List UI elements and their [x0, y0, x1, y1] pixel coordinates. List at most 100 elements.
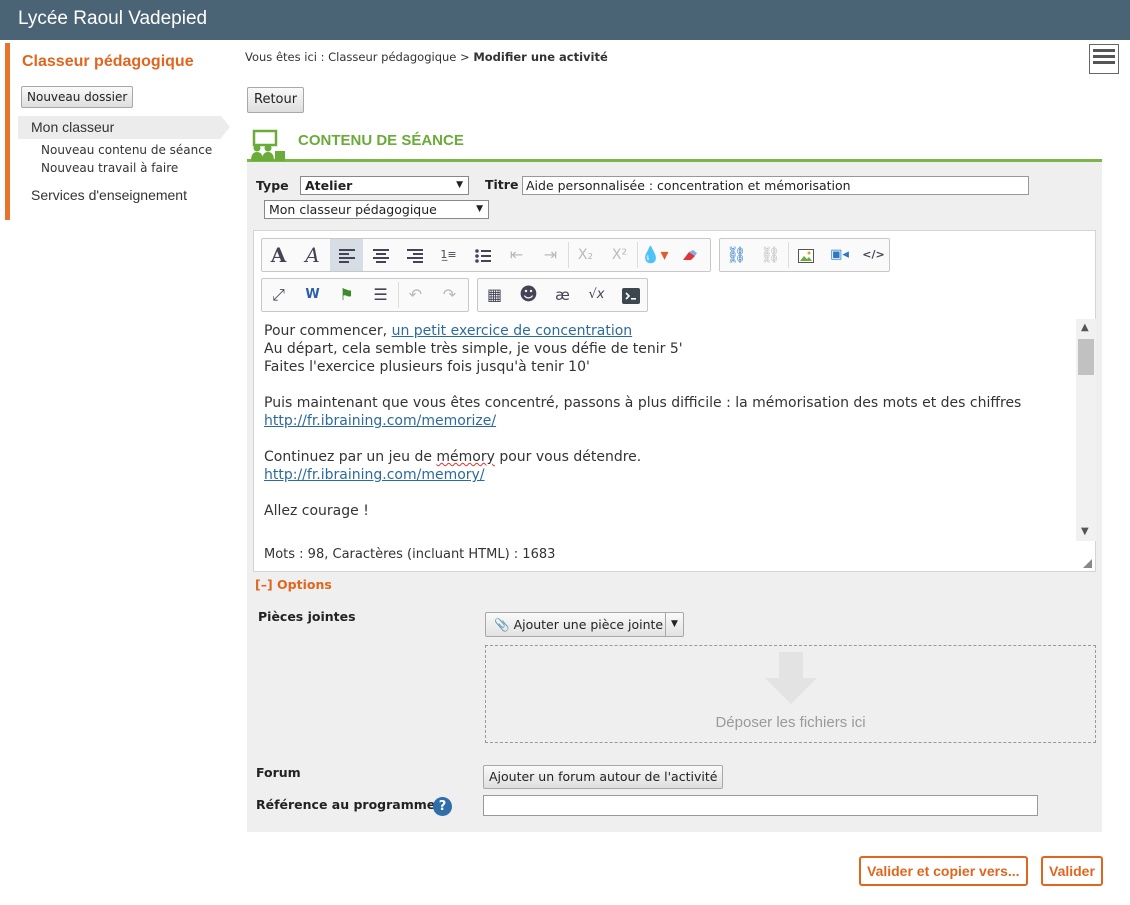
attachment-dropdown-icon[interactable]: ▼: [665, 613, 683, 636]
special-chars-icon[interactable]: æ: [546, 279, 579, 311]
toolbar-group-insert: ⛓ ⛓ ▣◂ </>: [719, 238, 890, 272]
editor-word-count: Mots : 98, Caractères (incluant HTML) : …: [264, 547, 556, 562]
content-line-5-start: Continuez par un jeu de: [264, 449, 437, 465]
media-icon[interactable]: ▣◂: [823, 239, 856, 271]
editor-toolbar-row-1: A A 1̲≡ ⇤ ⇥ X₂ X² 💧▾ ⛓ ⛓ ▣◂ </>: [254, 231, 1097, 273]
outdent-icon[interactable]: ⇤: [500, 239, 533, 271]
flag-icon[interactable]: ⚑: [330, 279, 363, 311]
app-header: Lycée Raoul Vadepied: [0, 0, 1130, 40]
new-folder-button[interactable]: Nouveau dossier: [21, 86, 134, 108]
italic-font-icon[interactable]: A: [296, 239, 329, 271]
subscript-icon[interactable]: X₂: [569, 239, 602, 271]
validate-and-copy-button[interactable]: Valider et copier vers...: [859, 856, 1028, 886]
type-select-value: Atelier: [305, 178, 353, 193]
content-line-3: Faites l'exercice plusieurs fois jusqu'à…: [264, 359, 590, 375]
breadcrumb-current: Modifier une activité: [473, 50, 608, 64]
superscript-icon[interactable]: X²: [603, 239, 636, 271]
breadcrumb-separator: >: [460, 50, 470, 64]
resize-handle-icon[interactable]: [1083, 559, 1092, 568]
download-arrow-icon: [765, 652, 817, 704]
breadcrumb-parent[interactable]: Classeur pédagogique: [328, 50, 456, 64]
rich-text-editor: A A 1̲≡ ⇤ ⇥ X₂ X² 💧▾ ⛓ ⛓ ▣◂ </> ⤢ W ⚑ ☰ …: [253, 230, 1096, 572]
section-header: CONTENU DE SÉANCE: [247, 126, 1102, 162]
reference-label: Référence au programme: [256, 797, 436, 812]
ordered-list-icon[interactable]: 1̲≡: [432, 239, 465, 271]
type-select[interactable]: Atelier ▼: [300, 176, 469, 195]
emoji-icon[interactable]: ☻: [512, 279, 545, 311]
help-icon[interactable]: ?: [433, 797, 452, 816]
list-table-icon[interactable]: ☰: [364, 279, 397, 311]
indent-icon[interactable]: ⇥: [534, 239, 567, 271]
sidebar-item-services[interactable]: Services d'enseignement: [31, 187, 187, 203]
editor-scrollbar[interactable]: ▲ ▼: [1076, 319, 1096, 541]
classeur-select-value: Mon classeur pédagogique: [269, 202, 437, 217]
scroll-thumb[interactable]: [1078, 339, 1094, 375]
breadcrumb: Vous êtes ici : Classeur pédagogique > M…: [245, 50, 608, 64]
add-forum-button[interactable]: Ajouter un forum autour de l'activité: [483, 765, 724, 789]
content-line-5-word: mémory: [436, 449, 495, 465]
attachments-label: Pièces jointes: [258, 609, 356, 624]
title-label: Titre: [485, 177, 519, 192]
link-icon[interactable]: ⛓: [720, 239, 753, 271]
redo-icon[interactable]: ↷: [433, 279, 466, 311]
file-dropzone[interactable]: Déposer les fichiers ici: [485, 645, 1096, 743]
add-attachment-label: Ajouter une pièce jointe: [513, 617, 664, 632]
reference-textarea[interactable]: [483, 795, 1038, 816]
options-toggle[interactable]: [–] Options: [255, 577, 332, 592]
formula-icon[interactable]: √x: [580, 279, 613, 311]
section-title: CONTENU DE SÉANCE: [298, 132, 464, 149]
title-input[interactable]: Aide personnalisée : concentration et mé…: [522, 176, 1029, 195]
scroll-down-icon[interactable]: ▼: [1081, 526, 1089, 537]
align-center-icon[interactable]: [364, 239, 397, 271]
chevron-down-icon: ▼: [456, 180, 463, 190]
content-line-1: Pour commencer,: [264, 323, 392, 339]
unordered-list-icon[interactable]: [466, 239, 499, 271]
content-line-2: Au départ, cela semble très simple, je v…: [264, 341, 683, 357]
concentration-link[interactable]: un petit exercice de concentration: [392, 323, 633, 339]
align-left-icon[interactable]: [330, 239, 363, 271]
content-line-5-end: pour vous détendre.: [494, 449, 642, 465]
back-button[interactable]: Retour: [247, 87, 305, 113]
sidebar-item-nouveau-travail[interactable]: Nouveau travail à faire: [41, 161, 178, 175]
editor-content[interactable]: Pour commencer, un petit exercice de con…: [254, 319, 1076, 541]
paperclip-icon: 📎: [494, 617, 510, 632]
memorize-link[interactable]: http://fr.ibraining.com/memorize/: [264, 413, 496, 429]
sidebar-title[interactable]: Classeur pédagogique: [22, 53, 194, 71]
align-right-icon[interactable]: [398, 239, 431, 271]
table-icon[interactable]: ▦: [478, 279, 511, 311]
sidebar-item-mon-classeur[interactable]: Mon classeur: [18, 116, 230, 139]
paste-word-icon[interactable]: W: [296, 279, 329, 311]
dropzone-text: Déposer les fichiers ici: [715, 714, 866, 731]
hamburger-menu-icon[interactable]: [1089, 44, 1119, 74]
text-color-icon[interactable]: 💧▾: [638, 239, 671, 271]
sidebar-item-nouveau-contenu[interactable]: Nouveau contenu de séance: [41, 143, 212, 157]
fullscreen-icon[interactable]: ⤢: [262, 279, 295, 311]
validate-button[interactable]: Valider: [1041, 856, 1103, 886]
collapse-icon: [–]: [255, 577, 273, 592]
sidebar: Classeur pédagogique Nouveau dossier Mon…: [0, 40, 232, 220]
undo-icon[interactable]: ↶: [399, 279, 432, 311]
forum-label: Forum: [256, 765, 301, 780]
chevron-down-icon: ▼: [476, 204, 483, 214]
app-title: Lycée Raoul Vadepied: [18, 8, 208, 29]
toolbar-group-tools: ⤢ W ⚑ ☰ ↶ ↷: [261, 278, 469, 312]
classroom-icon: [251, 129, 285, 161]
source-code-icon[interactable]: </>: [857, 239, 890, 271]
add-attachment-button[interactable]: 📎 Ajouter une pièce jointe ▼: [485, 612, 684, 637]
toolbar-group-format: A A 1̲≡ ⇤ ⇥ X₂ X² 💧▾: [261, 238, 711, 272]
unlink-icon[interactable]: ⛓: [754, 239, 787, 271]
sidebar-accent-bar: [5, 43, 10, 220]
image-icon[interactable]: [789, 239, 822, 271]
type-label: Type: [256, 178, 289, 193]
bold-font-icon[interactable]: A: [262, 239, 295, 271]
classeur-select[interactable]: Mon classeur pédagogique ▼: [264, 200, 489, 219]
scroll-up-icon[interactable]: ▲: [1081, 322, 1089, 333]
content-line-4: Puis maintenant que vous êtes concentré,…: [264, 395, 1022, 411]
highlight-icon[interactable]: [672, 239, 705, 271]
content-line-6: Allez courage !: [264, 503, 369, 519]
terminal-icon[interactable]: [614, 279, 647, 311]
options-label: Options: [277, 577, 332, 592]
editor-toolbar-row-2: ⤢ W ⚑ ☰ ↶ ↷ ▦ ☻ æ √x: [254, 271, 1097, 313]
toolbar-group-extras: ▦ ☻ æ √x: [477, 278, 648, 312]
memory-link[interactable]: http://fr.ibraining.com/memory/: [264, 467, 485, 483]
